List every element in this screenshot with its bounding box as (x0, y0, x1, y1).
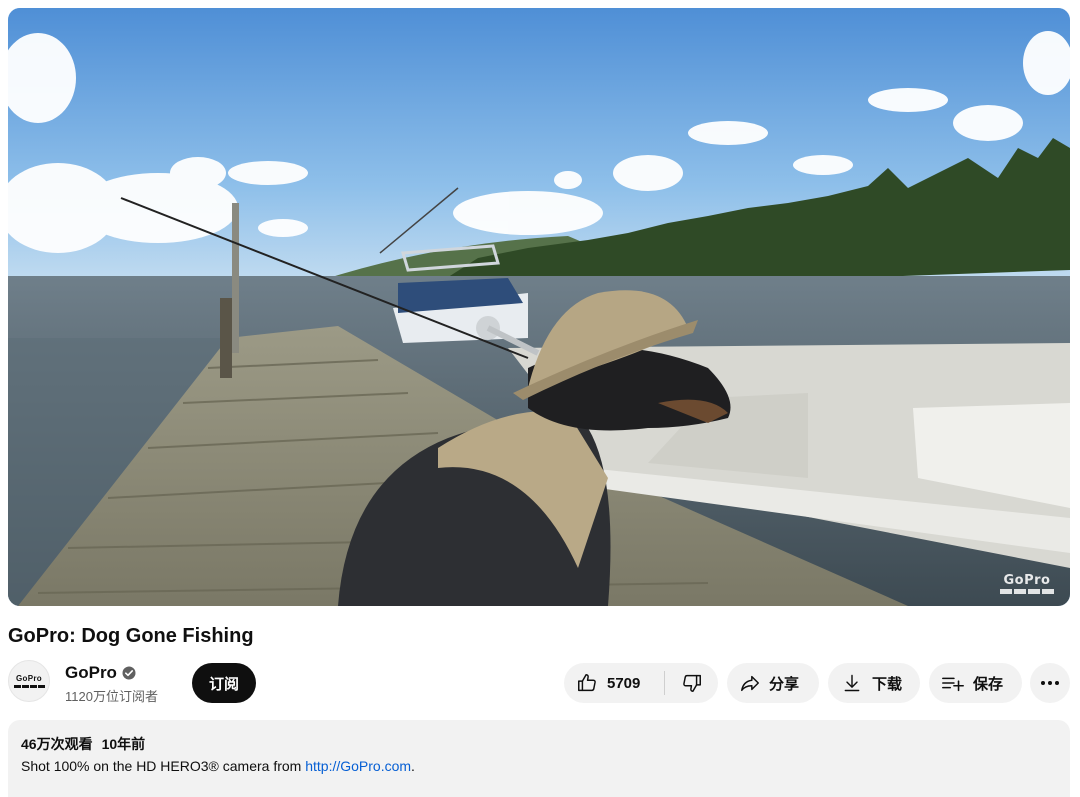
gopro-watermark: GoPro (998, 574, 1056, 594)
share-arrow-icon (741, 675, 759, 692)
avatar-logo-text: GoPro (16, 673, 42, 683)
description-box[interactable]: 46万次观看 10年前 Shot 100% on the HD HERO3® ca… (8, 720, 1070, 797)
save-label: 保存 (973, 675, 1004, 693)
download-label: 下载 (872, 675, 903, 693)
description-suffix: . (411, 758, 415, 774)
share-button[interactable]: 分享 (727, 663, 819, 703)
watermark-text: GoPro (1003, 573, 1051, 588)
description-text: Shot 100% on the HD HERO3® camera from h… (21, 756, 1057, 776)
subscribe-button[interactable]: 订阅 (192, 663, 257, 703)
like-button[interactable]: 5709 (564, 663, 664, 703)
verified-check-icon (122, 666, 136, 680)
playlist-add-icon (942, 677, 964, 692)
channel-info: GoPro 1120万位订阅者 (65, 662, 158, 705)
like-dislike-group: 5709 (564, 663, 718, 703)
subscriber-count: 1120万位订阅者 (65, 689, 158, 704)
owner-action-row: GoPro GoPro 1120万位订阅者 订阅 5709 分享 下载 保存 (8, 660, 1070, 706)
dislike-button[interactable] (665, 663, 718, 703)
video-frame (8, 8, 1070, 606)
description-link[interactable]: http://GoPro.com (305, 758, 411, 774)
watch-page: GoPro GoPro: Dog Gone Fishing GoPro GoPr… (0, 0, 1080, 797)
like-count: 5709 (607, 674, 641, 692)
more-horizontal-icon (1041, 681, 1059, 685)
more-actions-button[interactable] (1030, 663, 1070, 703)
share-label: 分享 (769, 675, 800, 693)
description-meta: 46万次观看 10年前 (21, 734, 1057, 754)
thumbs-up-icon (578, 674, 596, 692)
video-player[interactable]: GoPro (8, 8, 1070, 606)
channel-avatar[interactable]: GoPro (8, 660, 50, 702)
save-button[interactable]: 保存 (929, 663, 1022, 703)
thumbs-down-icon (682, 674, 701, 692)
download-icon (844, 674, 860, 692)
channel-name[interactable]: GoPro (65, 663, 117, 683)
upload-age: 10年前 (101, 736, 146, 752)
description-prefix: Shot 100% on the HD HERO3® camera from (21, 758, 306, 774)
view-count: 46万次观看 (21, 736, 93, 752)
watermark-logo-blocks (1000, 589, 1054, 594)
avatar-logo-blocks (13, 684, 45, 688)
video-title: GoPro: Dog Gone Fishing (8, 625, 254, 647)
download-button[interactable]: 下载 (828, 663, 920, 703)
